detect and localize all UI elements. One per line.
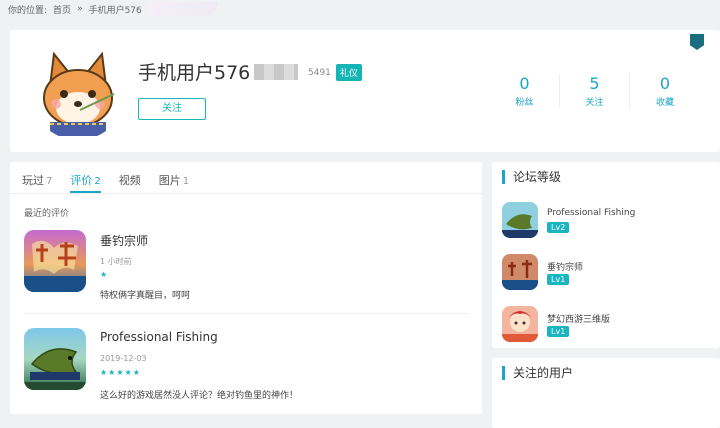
rating-stars: ★ (100, 270, 109, 279)
shiba-avatar-icon (30, 44, 126, 140)
tab-count: 7 (46, 176, 53, 187)
tab-count: 1 (182, 176, 190, 187)
tab-label: 玩过 (22, 174, 44, 187)
stat-value: 0 (659, 74, 671, 93)
profile-card: 手机用户576 5491 礼仪 关注 0 粉丝 5 关注 0 收藏 (10, 30, 720, 152)
tab-label: 评价 (70, 174, 93, 187)
tab-count: 2 (94, 176, 101, 187)
tab-videos[interactable]: 视频 (119, 172, 141, 193)
tab-reviews[interactable]: 评价 2 (70, 172, 102, 193)
stats-bar: 0 粉丝 5 关注 0 收藏 (490, 74, 700, 108)
forum-item[interactable]: 垂钓宗师 Lv1 (502, 254, 712, 290)
stat-favorites[interactable]: 0 收藏 (630, 74, 700, 108)
review-game-title[interactable]: 垂钓宗师 (100, 232, 148, 249)
breadcrumb-home-link[interactable]: 首页 (53, 3, 71, 16)
stat-label: 关注 (585, 98, 604, 108)
review-time: 1 小时前 (100, 257, 132, 266)
tab-bar: 玩过 7 评价 2 视频 图片 1 (10, 162, 482, 194)
tab-label: 视频 (118, 174, 141, 187)
breadcrumb-current: 手机用户576 (88, 5, 142, 16)
user-id-row: 5491 礼仪 (308, 64, 362, 81)
review-text: 特权俩字真醒目，呵呵 (100, 291, 191, 301)
avatar (30, 44, 126, 140)
followed-users-panel: 关注的用户 (492, 358, 720, 428)
stat-following[interactable]: 5 关注 (560, 74, 630, 108)
game-icon-fishing-master[interactable] (24, 230, 86, 292)
breadcrumb-prefix: 你的位置: (8, 5, 48, 16)
game-icon-professional-fishing[interactable] (24, 328, 86, 390)
recent-reviews-heading: 最近的评价 (24, 209, 70, 219)
bookmark-icon[interactable] (690, 34, 704, 50)
status-badge: 礼仪 (335, 64, 362, 81)
stat-label: 粉丝 (515, 98, 534, 108)
tab-images[interactable]: 图片 1 (159, 172, 189, 193)
follow-button[interactable]: 关注 (138, 98, 206, 120)
blurred-overlay (147, 2, 218, 16)
forum-name: 梦幻西游三维版 (547, 315, 611, 325)
stat-label: 收藏 (655, 98, 674, 108)
breadcrumb-separator: » (77, 4, 83, 14)
professional-fishing-icon (24, 328, 86, 390)
forum-level-panel: 论坛等级 Professional Fishing Lv2 垂钓宗师 Lv1 梦… (492, 162, 720, 348)
tab-label: 图片 (158, 174, 181, 187)
stat-value: 5 (589, 74, 600, 93)
review-item: Professional Fishing 2019-12-03 ★★★★★ 这么… (24, 328, 468, 412)
forum-name: Professional Fishing (547, 208, 636, 218)
level-badge: Lv1 (547, 326, 570, 337)
fishing-master-icon (24, 230, 86, 292)
rating-stars: ★★★★★ (100, 368, 141, 377)
username: 手机用户576 (138, 58, 299, 85)
forum-item[interactable]: 梦幻西游三维版 Lv1 (502, 306, 712, 342)
forum-item[interactable]: Professional Fishing Lv2 (502, 202, 712, 238)
username-mask (254, 63, 299, 80)
fishing-master-icon (502, 254, 538, 290)
level-badge: Lv1 (547, 274, 570, 285)
stat-fans[interactable]: 0 粉丝 (490, 74, 560, 108)
reviews-panel: 玩过 7 评价 2 视频 图片 1 最近的评价 垂钓宗师 1 小时前 ★ 特权俩字真醒… (10, 162, 482, 414)
forum-name: 垂钓宗师 (547, 263, 584, 273)
username-text: 手机用户576 (138, 62, 251, 84)
tab-played[interactable]: 玩过 7 (22, 172, 52, 193)
user-id: 5491 (308, 67, 331, 78)
professional-fishing-icon (502, 202, 538, 238)
review-text: 这么好的游戏居然没人评论？绝对钓鱼里的神作！ (100, 391, 299, 401)
review-item: 垂钓宗师 1 小时前 ★ 特权俩字真醒目，呵呵 (24, 230, 468, 314)
followed-users-title: 关注的用户 (502, 366, 573, 380)
stat-value: 0 (519, 74, 530, 93)
fantasy-westward-icon (502, 306, 538, 342)
review-time: 2019-12-03 (100, 354, 147, 363)
level-badge: Lv2 (547, 222, 570, 233)
review-game-title[interactable]: Professional Fishing (100, 330, 218, 344)
breadcrumb: 你的位置: 首页 » 手机用户576 (8, 2, 218, 16)
forum-level-title: 论坛等级 (502, 170, 561, 184)
